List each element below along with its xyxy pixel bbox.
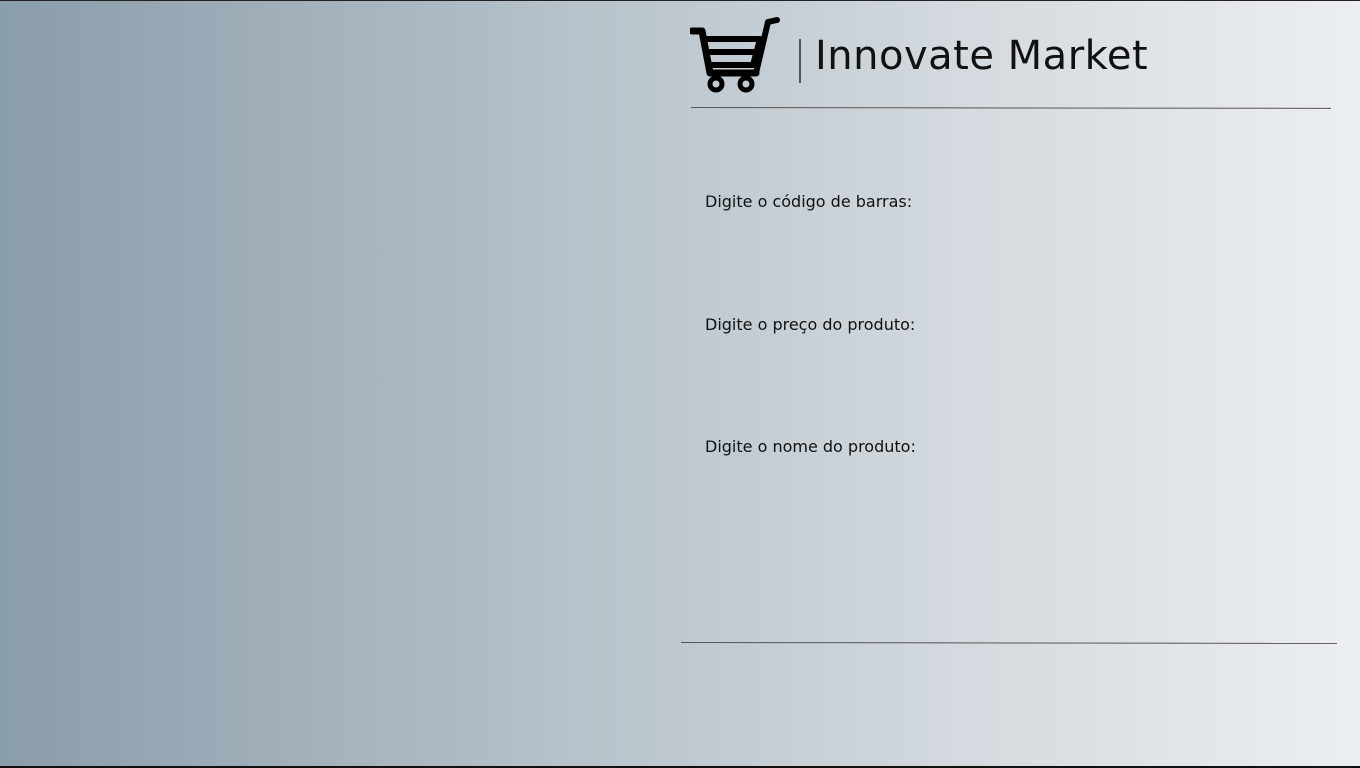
product-registration-page: Innovate Market Digite o código de barra…	[0, 0, 1360, 768]
product-name-input[interactable]	[705, 471, 1325, 505]
form-bottom-divider	[680, 642, 1337, 644]
brand-divider	[799, 39, 801, 83]
product-name-label: Digite o nome do produto:	[705, 437, 916, 456]
brand-title: Innovate Market	[815, 33, 1149, 79]
barcode-input[interactable]	[705, 226, 1325, 260]
price-input[interactable]	[705, 349, 1325, 383]
price-label: Digite o preço do produto:	[705, 315, 916, 334]
barcode-label: Digite o código de barras:	[705, 192, 913, 211]
shopping-cart-icon	[690, 17, 782, 95]
header-divider	[690, 107, 1332, 109]
